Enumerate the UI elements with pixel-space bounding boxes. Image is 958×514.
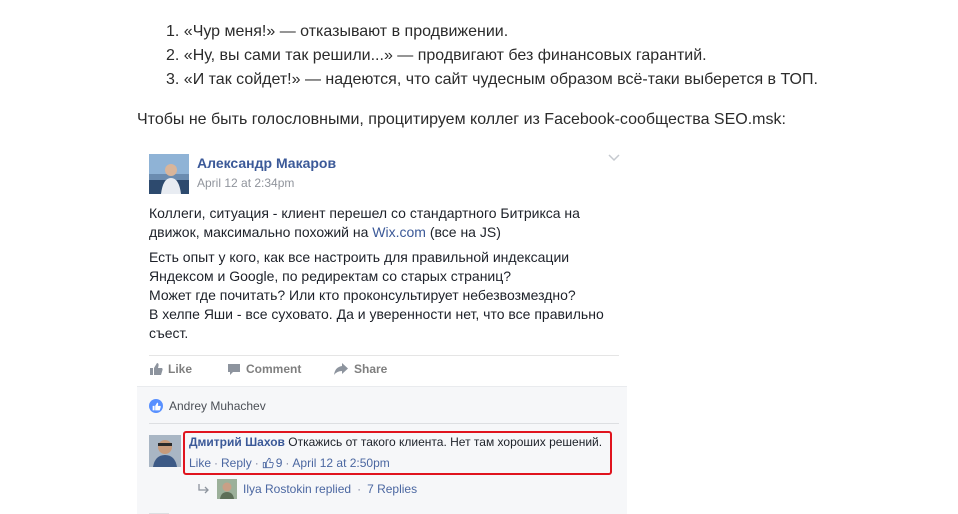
post-text-line: Может где почитать? Или кто проконсульти… bbox=[149, 287, 576, 303]
comments-section: Andrey Muhachev Дмитрий Шахов Откажись о… bbox=[137, 386, 627, 514]
article-list: 1. «Чур меня!» — отказывают в продвижени… bbox=[166, 20, 818, 92]
comment-reply-link[interactable]: Reply bbox=[221, 456, 252, 470]
divider bbox=[149, 423, 619, 424]
post-text-fragment: движок, максимально похожий на bbox=[149, 224, 373, 240]
separator: · bbox=[254, 456, 259, 470]
chevron-down-icon[interactable] bbox=[607, 152, 621, 162]
comment: Дмитрий Шахов Откажись от такого клиента… bbox=[189, 435, 602, 449]
post-text-line: Коллеги, ситуация - клиент перешел со ст… bbox=[149, 205, 580, 221]
share-icon bbox=[334, 363, 348, 375]
list-number: 2. bbox=[166, 47, 180, 64]
facebook-post-embed: Александр Макаров April 12 at 2:34pm Кол… bbox=[137, 146, 627, 514]
comment-meta: Like · Reply · 9 · April 12 at 2:50pm bbox=[189, 456, 390, 470]
list-item-text: «И так сойдет!» — надеются, что сайт чуд… bbox=[183, 71, 818, 88]
commenter-avatar[interactable] bbox=[149, 435, 181, 467]
post-timestamp[interactable]: April 12 at 2:34pm bbox=[197, 176, 294, 190]
likes-count-value: 9 bbox=[275, 456, 283, 470]
like-button[interactable]: Like bbox=[149, 362, 192, 376]
list-item: 1. «Чур меня!» — отказывают в продвижени… bbox=[166, 20, 818, 44]
post-text-line: движок, максимально похожий на Wix.com (… bbox=[149, 223, 619, 242]
list-item: 2. «Ну, вы сами так решили...» — продвиг… bbox=[166, 44, 818, 68]
liker-name[interactable]: Andrey Muhachev bbox=[169, 399, 266, 413]
like-label: Like bbox=[168, 362, 193, 376]
divider bbox=[149, 355, 619, 356]
list-item-text: «Чур меня!» — отказывают в продвижении. bbox=[183, 23, 509, 40]
comment-like-link[interactable]: Like bbox=[189, 456, 211, 470]
post-paragraph: Есть опыт у кого, как все настроить для … bbox=[149, 248, 619, 343]
separator: · bbox=[357, 482, 362, 496]
separator: · bbox=[214, 456, 219, 470]
post-text-line: Яндексом и Google, по редиректам со стар… bbox=[149, 268, 512, 284]
wix-link[interactable]: Wix.com bbox=[372, 224, 426, 240]
list-item-text: «Ну, вы сами так решили...» — продвигают… bbox=[183, 47, 707, 64]
replies-row[interactable]: Ilya Rostokin replied · 7 Replies bbox=[197, 479, 417, 499]
post-text-fragment: (все на JS) bbox=[425, 224, 501, 240]
share-label: Share bbox=[354, 362, 388, 376]
replies-count[interactable]: 7 Replies bbox=[367, 482, 417, 496]
comment-icon bbox=[228, 364, 240, 375]
post-text-line: В хелпе Яши - все суховато. Да и уверенн… bbox=[149, 306, 604, 322]
post-text-line: съест. bbox=[149, 325, 189, 341]
reply-text: Ilya Rostokin replied bbox=[243, 482, 352, 496]
author-avatar[interactable] bbox=[149, 154, 189, 194]
reply-avatar[interactable] bbox=[217, 479, 237, 499]
intro-paragraph: Чтобы не быть голословными, процитируем … bbox=[137, 111, 786, 128]
list-number: 1. bbox=[166, 23, 180, 40]
separator: · bbox=[285, 456, 290, 470]
comment-label: Comment bbox=[246, 362, 302, 376]
likes-row[interactable]: Andrey Muhachev bbox=[149, 399, 266, 413]
reply-arrow-icon bbox=[198, 484, 209, 494]
list-item: 3. «И так сойдет!» — надеются, что сайт … bbox=[166, 68, 818, 92]
comment-likes-count[interactable]: 9 bbox=[262, 456, 283, 470]
thumbs-up-icon bbox=[150, 363, 163, 375]
post-paragraph: Коллеги, ситуация - клиент перешел со ст… bbox=[149, 204, 619, 242]
list-number: 3. bbox=[166, 71, 180, 88]
post-author-name[interactable]: Александр Макаров bbox=[197, 155, 336, 171]
comment-author[interactable]: Дмитрий Шахов bbox=[189, 435, 285, 449]
post-body: Коллеги, ситуация - клиент перешел со ст… bbox=[149, 204, 619, 349]
comment-timestamp[interactable]: April 12 at 2:50pm bbox=[292, 456, 389, 470]
share-button[interactable]: Share bbox=[333, 362, 387, 376]
like-badge-icon bbox=[149, 399, 163, 413]
comment-button[interactable]: Comment bbox=[227, 362, 301, 376]
thumbs-up-icon bbox=[262, 457, 274, 469]
post-text-line: Есть опыт у кого, как все настроить для … bbox=[149, 249, 570, 265]
comment-text: Откажись от такого клиента. Нет там хоро… bbox=[284, 435, 603, 449]
